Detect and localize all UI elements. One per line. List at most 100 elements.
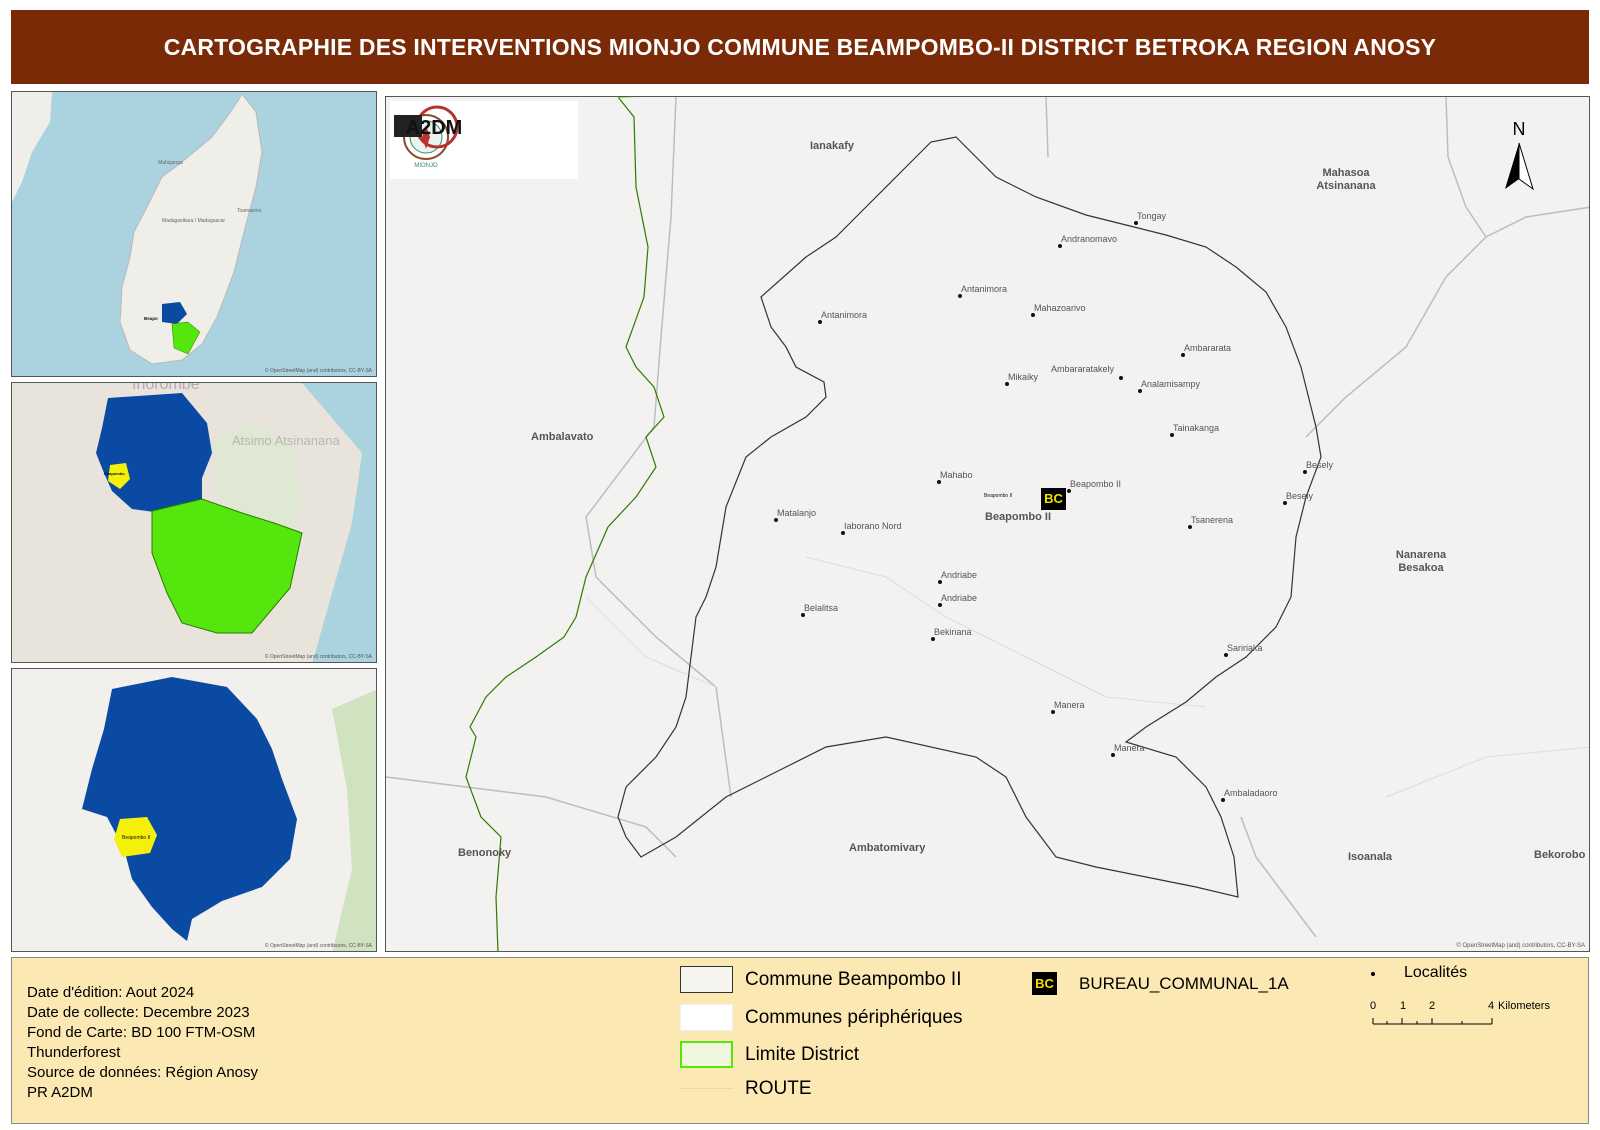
bureau-communal-icon: BC: [1041, 488, 1066, 510]
locality-dot: [841, 531, 845, 535]
commune-label-ambalavato: Ambalavato: [531, 431, 594, 443]
commune-label-beapombo: Beapombo II: [985, 511, 1052, 523]
locality-dot: [774, 518, 778, 522]
main-map-svg: [386, 97, 1589, 951]
north-arrow: N: [1499, 119, 1539, 195]
locality-label: Mahazoarivo: [1034, 303, 1086, 313]
main-map: MIONJO A2DM N Ianakafy Mahasoa Atsinanan…: [385, 96, 1590, 952]
locality-label: Tongay: [1137, 211, 1167, 221]
locality-label: Ambaladaoro: [1224, 788, 1278, 798]
locality-dot: [1119, 376, 1123, 380]
boundary-west: [585, 97, 732, 798]
locality-label: Bekinana: [934, 627, 972, 637]
inset1-label-4: Beapo: [144, 316, 158, 321]
boundary-north: [1045, 97, 1049, 158]
locality-dot: [1134, 221, 1138, 225]
commune-label-mahasoa: Mahasoa Atsinanana: [1316, 167, 1376, 192]
locality-dot: [938, 580, 942, 584]
legend-district-label: Limite District: [745, 1043, 860, 1065]
locality-label: Analamisampy: [1141, 379, 1201, 389]
inset-region-svg: Ihorombe Beapombo Atsimo Atsinanana: [96, 383, 376, 662]
scale-tick-4: 4: [1488, 1000, 1495, 1012]
locality-dot: [1067, 489, 1071, 493]
locality-label: Beapombo II: [1070, 479, 1122, 489]
legend-bureau: BC BUREAU_COMMUNAL_1A: [1032, 972, 1289, 995]
locality-label: Andriabe: [941, 570, 978, 580]
bureau-small-label: Beapombo II: [984, 493, 1013, 499]
a2dm-logo-icon: A2DM: [394, 105, 463, 149]
inset3-credit: © OpenStreetMap (and) contributors, CC-B…: [264, 943, 372, 949]
meta-basemap-2: Thunderforest: [27, 1044, 121, 1061]
locality-label: Antanimora: [961, 284, 1008, 294]
commune-label-ianakafy: Ianakafy: [810, 140, 855, 152]
locality-dot: [1283, 501, 1287, 505]
scale-ruler: [1372, 1018, 1493, 1025]
locality-label: Andranomavo: [1061, 234, 1118, 244]
locality-dot: [958, 294, 962, 298]
inset-region: Ihorombe Beapombo Atsimo Atsinanana © Op…: [11, 382, 377, 663]
legend-bureau-icon: BC: [1032, 972, 1057, 995]
legend-route: ROUTE: [680, 1078, 812, 1100]
locality-dot: [1058, 244, 1062, 248]
locality-dot: [1221, 798, 1225, 802]
locality-dot: [1303, 470, 1307, 474]
legend-route-label: ROUTE: [745, 1078, 812, 1099]
commune-label-benonoky: Benonoky: [458, 847, 512, 859]
legend-route-swatch: [680, 1088, 733, 1090]
meta-collection-date: Date de collecte: Decembre 2023: [27, 1004, 250, 1021]
locality-dot: [938, 603, 942, 607]
meta-data-source: Source de données: Région Anosy: [27, 1064, 258, 1081]
commune-label-nanarena: Nanarena Besakoa: [1395, 549, 1447, 574]
legend-bureau-label: BUREAU_COMMUNAL_1A: [1079, 973, 1289, 993]
boundary-east: [1305, 206, 1589, 438]
track-2: [1385, 746, 1589, 798]
scale-tick-1: 1: [1400, 1000, 1407, 1012]
map-title: CARTOGRAPHIE DES INTERVENTIONS MIONJO CO…: [163, 33, 1437, 60]
inset1-label-2: Madagasikara / Madagascar: [162, 218, 225, 224]
locality-label: Iaborano Nord: [844, 521, 902, 531]
a2dm-logo-text: A2DM: [406, 117, 463, 139]
inset1-label-1: Mahajanga: [158, 160, 183, 166]
meta-basemap: Fond de Carte: BD 100 FTM-OSM: [27, 1024, 256, 1041]
boundary-se: [1240, 816, 1317, 938]
locality-dot: [1138, 389, 1142, 393]
logos-panel: MIONJO A2DM: [390, 101, 578, 179]
locality-dot: [931, 637, 935, 641]
boundary-ne: [1445, 97, 1487, 238]
locality-label: Manera: [1114, 743, 1145, 753]
inset3-forest: [332, 689, 376, 951]
legend-locality-dot: [1371, 972, 1375, 976]
legend-panel: Date d'édition: Aout 2024 Date de collec…: [11, 957, 1589, 1124]
inset2-label-2: Beapombo: [104, 471, 125, 476]
map-metadata: Date d'édition: Aout 2024 Date de collec…: [27, 983, 258, 1103]
inset-madagascar-svg: Mahajanga Madagasikara / Madagascar Toam…: [12, 92, 263, 365]
locality-dot: [1005, 382, 1009, 386]
locality-dot: [1111, 753, 1115, 757]
commune-label-ambatomivary: Ambatomivary: [849, 842, 926, 854]
locality-dot: [1181, 353, 1185, 357]
locality-dot: [1170, 433, 1174, 437]
locality-label: Besely: [1306, 460, 1334, 470]
commune-label-isoanala: Isoanala: [1348, 851, 1393, 863]
inset-madagascar: Mahajanga Madagasikara / Madagascar Toam…: [11, 91, 377, 377]
inset1-label-3: Toamasina: [237, 208, 261, 214]
scale-unit: Kilometers: [1498, 1000, 1550, 1012]
inset-district: Beapombo II © OpenStreetMap (and) contri…: [11, 668, 377, 952]
legend-peripheral-swatch: [680, 1004, 733, 1031]
locality-dot: [1031, 313, 1035, 317]
legend-locality-label: Localités: [1404, 964, 1468, 981]
inset2-label-1: Ihorombe: [132, 383, 200, 393]
tracks: [585, 556, 1589, 798]
locality-label: Andriabe: [941, 593, 978, 603]
inset3-region: [82, 677, 297, 941]
locality-label: Matalanjo: [777, 508, 817, 518]
track-3: [585, 596, 717, 688]
locality-label: Belalitsa: [804, 603, 839, 613]
north-arrow-icon: [1505, 142, 1534, 191]
inset-district-svg: Beapombo II: [82, 677, 376, 951]
locality-label: Saririaka: [1227, 643, 1263, 653]
inset2-credit: © OpenStreetMap (and) contributors, CC-B…: [264, 654, 372, 660]
legend-district: Limite District: [680, 1041, 859, 1068]
meta-edition-date: Date d'édition: Aout 2024: [27, 984, 195, 1001]
locality-label: Manera: [1054, 700, 1085, 710]
